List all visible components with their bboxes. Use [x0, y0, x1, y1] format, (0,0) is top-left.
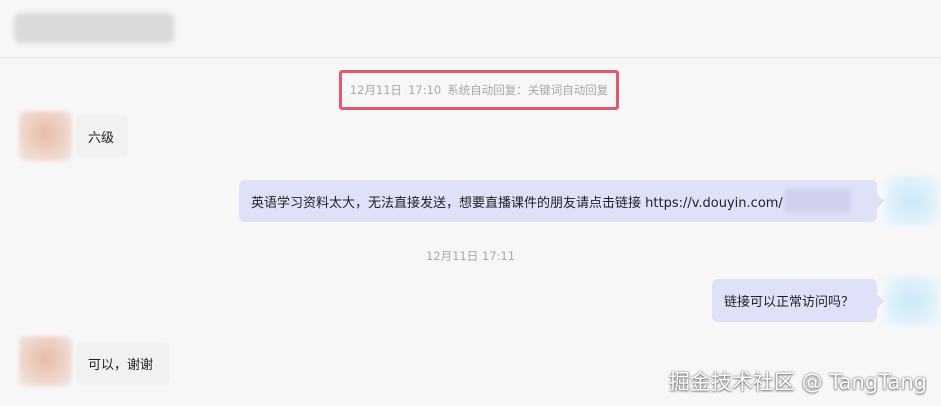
chat-header — [0, 0, 941, 58]
system-message-date: 12月11日 — [349, 83, 403, 97]
blurred-link-suffix — [784, 189, 851, 213]
message-text[interactable]: 英语学习资料太大，无法直接发送，想要直播课件的朋友请点击链接 https://v… — [251, 192, 783, 211]
message-bubble-outgoing: 链接可以正常访问吗？ — [712, 279, 884, 322]
avatar[interactable] — [19, 111, 72, 161]
avatar[interactable] — [885, 276, 938, 326]
system-message-time: 17:10 — [408, 83, 442, 97]
message-bubble-incoming: 六级 — [76, 114, 128, 158]
system-auto-reply-notice: 12月11日 17:10 系统自动回复：关键词自动回复 — [339, 70, 619, 110]
message-bubble-incoming: 可以，谢谢 — [76, 342, 170, 385]
message-text: 可以，谢谢 — [88, 358, 154, 373]
message-text: 六级 — [88, 130, 115, 146]
chat-timestamp: 12月11日 17:11 — [425, 249, 516, 263]
avatar[interactable] — [885, 176, 938, 226]
watermark: 掘金技术社区 @ TangTang — [668, 370, 927, 394]
blurred-contact-name — [14, 13, 174, 43]
avatar[interactable] — [19, 336, 72, 386]
message-text: 链接可以正常访问吗？ — [724, 295, 855, 310]
message-bubble-outgoing: 英语学习资料太大，无法直接发送，想要直播课件的朋友请点击链接 https://v… — [239, 180, 884, 222]
system-message-text: 系统自动回复：关键词自动回复 — [447, 83, 609, 97]
